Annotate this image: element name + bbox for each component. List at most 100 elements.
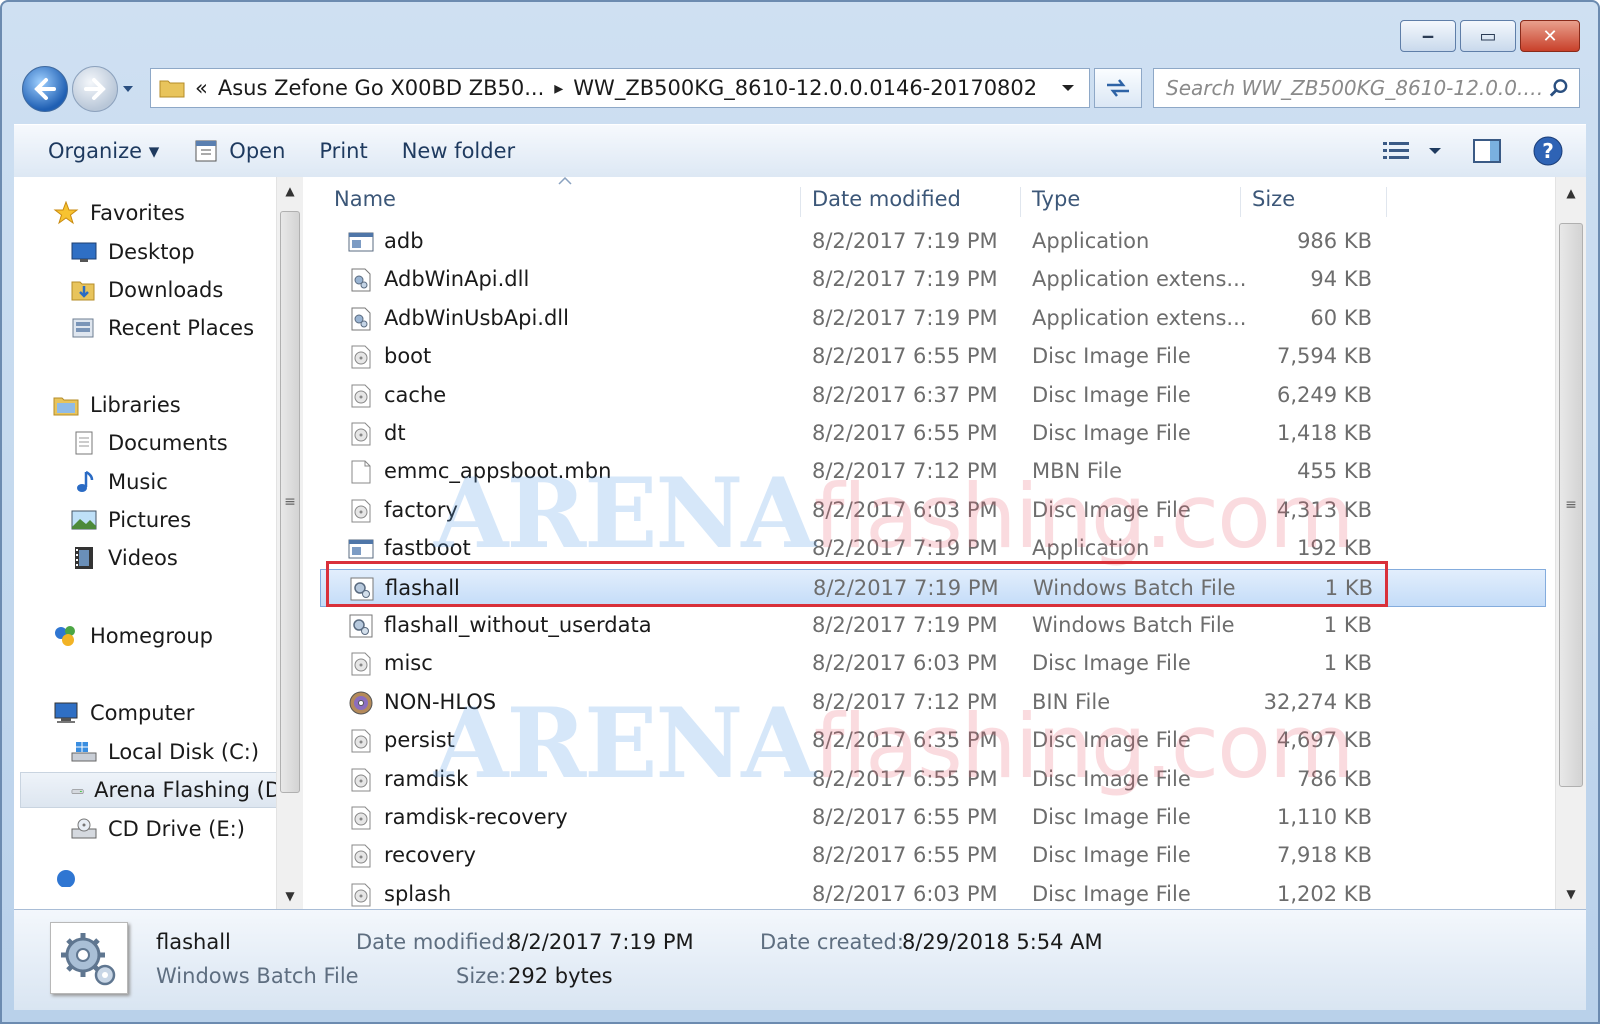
- file-row-flashall-without-userdata[interactable]: flashall_without_userdata 8/2/2017 7:19 P…: [320, 607, 1546, 645]
- recent-pages-chevron-icon[interactable]: [121, 82, 135, 96]
- file-row-misc[interactable]: misc 8/2/2017 6:03 PM Disc Image File 1 KB: [320, 645, 1546, 683]
- new-folder-button[interactable]: New folder: [402, 139, 515, 163]
- file-row-fastboot[interactable]: fastboot 8/2/2017 7:19 PM Application 192 K…: [320, 530, 1546, 568]
- details-size-label: Size:: [456, 964, 507, 988]
- file-name: ramdisk: [384, 766, 469, 791]
- forward-button[interactable]: [72, 66, 118, 112]
- details-size: 292 bytes: [508, 964, 613, 988]
- address-segment-parent[interactable]: Asus Zefone Go X00BD ZB50...: [218, 76, 544, 100]
- file-row-ramdisk[interactable]: ramdisk 8/2/2017 6:55 PM Disc Image File 78…: [320, 761, 1546, 799]
- nav-desktop[interactable]: Desktop: [70, 234, 195, 270]
- list-scroll-thumb[interactable]: ≡: [1559, 223, 1583, 787]
- details-view-icon: [1383, 142, 1409, 159]
- nav-local-disk[interactable]: Local Disk (C:): [70, 734, 259, 770]
- file-date-modified: 8/2/2017 6:03 PM: [812, 881, 998, 906]
- address-separator[interactable]: ▸: [554, 78, 563, 99]
- homegroup-icon: [55, 626, 75, 646]
- file-size: 786 KB: [1297, 766, 1372, 791]
- scroll-thumb[interactable]: ≡: [280, 211, 300, 793]
- disc-image-icon: [348, 499, 374, 523]
- open-button[interactable]: Open: [193, 138, 285, 164]
- open-label: Open: [229, 139, 286, 163]
- star-icon: [53, 201, 79, 225]
- file-name: NON-HLOS: [384, 689, 497, 714]
- address-dropdown-icon[interactable]: [1061, 81, 1075, 95]
- print-button[interactable]: Print: [319, 139, 367, 163]
- file-date-modified: 8/2/2017 6:55 PM: [812, 766, 998, 791]
- file-row-emmc-appsboot-mbn[interactable]: emmc_appsboot.mbn 8/2/2017 7:12 PM MBN Fil…: [320, 453, 1546, 491]
- blank-file-icon: [348, 460, 374, 484]
- column-name[interactable]: Name: [320, 177, 801, 217]
- file-row-adbwinusbapi-dll[interactable]: AdbWinUsbApi.dll 8/2/2017 7:19 PM Applicat…: [320, 300, 1546, 338]
- file-list-scrollbar[interactable]: ▲ ≡ ▼: [1555, 177, 1586, 910]
- close-button[interactable]: ✕: [1520, 20, 1580, 52]
- gears-icon: [61, 933, 116, 986]
- forward-arrow-icon: [84, 78, 106, 100]
- file-row-adbwinapi-dll[interactable]: AdbWinApi.dll 8/2/2017 7:19 PM Application…: [320, 261, 1546, 299]
- nav-homegroup[interactable]: Homegroup: [52, 618, 213, 654]
- nav-pictures[interactable]: Pictures: [70, 502, 191, 538]
- column-date-modified[interactable]: Date modified: [800, 187, 1021, 217]
- batch-file-large-icon: [50, 922, 128, 994]
- search-icon[interactable]: [1548, 77, 1569, 99]
- file-row-dt[interactable]: dt 8/2/2017 6:55 PM Disc Image File 1,418 K…: [320, 415, 1546, 453]
- back-button[interactable]: [22, 66, 68, 112]
- file-type: Windows Batch File: [1033, 575, 1236, 600]
- minimize-button[interactable]: ‒: [1400, 20, 1456, 52]
- nav-favorites[interactable]: Favorites: [52, 195, 185, 231]
- maximize-button[interactable]: ▭: [1460, 20, 1516, 52]
- address-overflow[interactable]: «: [195, 76, 208, 100]
- help-icon[interactable]: ?: [1532, 135, 1564, 167]
- refresh-button[interactable]: [1094, 68, 1142, 108]
- batch-file-icon: [349, 577, 375, 601]
- column-type[interactable]: Type: [1020, 187, 1241, 217]
- list-scroll-up-arrow-icon[interactable]: ▲: [1556, 181, 1586, 205]
- file-date-modified: 8/2/2017 6:55 PM: [812, 421, 998, 445]
- file-type: Disc Image File: [1032, 497, 1191, 522]
- file-name: dt: [384, 421, 406, 445]
- file-date-modified: 8/2/2017 6:37 PM: [812, 382, 998, 407]
- back-arrow-icon: [34, 78, 56, 100]
- nav-arena-flashing-drive[interactable]: Arena Flashing (D: [20, 772, 282, 808]
- file-row-splash[interactable]: splash 8/2/2017 6:03 PM Disc Image File 1,2…: [320, 876, 1546, 910]
- file-row-flashall[interactable]: flashall 8/2/2017 7:19 PM Windows Batch Fi…: [320, 568, 1546, 607]
- column-size[interactable]: Size: [1240, 187, 1387, 217]
- nav-recent-places[interactable]: Recent Places: [70, 310, 254, 346]
- nav-pane-scrollbar[interactable]: ▲ ≡ ▼: [276, 177, 303, 910]
- list-scroll-down-arrow-icon[interactable]: ▼: [1556, 882, 1586, 906]
- file-row-non-hlos[interactable]: NON-HLOS 8/2/2017 7:12 PM BIN File 32,274 K…: [320, 684, 1546, 722]
- file-type: Disc Image File: [1032, 382, 1191, 407]
- preview-pane-icon[interactable]: [1472, 138, 1502, 164]
- nav-downloads[interactable]: Downloads: [70, 272, 223, 308]
- details-pane: flashall Windows Batch File Date modifie…: [14, 909, 1586, 1010]
- address-segment-current[interactable]: WW_ZB500KG_8610-12.0.0.0146-20170802: [573, 76, 1037, 100]
- file-row-ramdisk-recovery[interactable]: ramdisk-recovery 8/2/2017 6:55 PM Disc Ima…: [320, 799, 1546, 837]
- file-row-adb[interactable]: adb 8/2/2017 7:19 PM Application 986 KB: [320, 223, 1546, 261]
- nav-network-partial[interactable]: [52, 867, 90, 887]
- file-size: 1 KB: [1324, 575, 1373, 600]
- column-type-label: Type: [1032, 187, 1081, 211]
- nav-cd-drive[interactable]: CD Drive (E:): [70, 811, 245, 847]
- search-box[interactable]: Search WW_ZB500KG_8610-12.0.0.014...: [1153, 68, 1580, 108]
- file-date-modified: 8/2/2017 6:55 PM: [812, 805, 998, 829]
- nav-documents[interactable]: Documents: [70, 425, 228, 461]
- disc-image-icon: [348, 729, 374, 753]
- address-bar[interactable]: « Asus Zefone Go X00BD ZB50... ▸ WW_ZB50…: [150, 68, 1090, 108]
- file-size: 192 KB: [1297, 536, 1372, 561]
- file-type: Disc Image File: [1032, 881, 1191, 906]
- nav-computer[interactable]: Computer: [52, 695, 194, 731]
- nav-libraries[interactable]: Libraries: [52, 387, 181, 423]
- view-options-button[interactable]: [1382, 139, 1442, 163]
- file-type: BIN File: [1032, 689, 1111, 714]
- organize-button[interactable]: Organize ▾: [48, 139, 159, 163]
- file-row-factory[interactable]: factory 8/2/2017 6:03 PM Disc Image File 4,…: [320, 492, 1546, 530]
- scroll-down-arrow-icon[interactable]: ▼: [277, 884, 303, 908]
- nav-videos[interactable]: Videos: [70, 540, 178, 576]
- file-row-cache[interactable]: cache 8/2/2017 6:37 PM Disc Image File 6,24…: [320, 377, 1546, 415]
- file-row-persist[interactable]: persist 8/2/2017 6:35 PM Disc Image File 4,…: [320, 722, 1546, 760]
- scroll-up-arrow-icon[interactable]: ▲: [277, 179, 303, 203]
- nav-music[interactable]: Music: [70, 464, 168, 500]
- file-row-boot[interactable]: boot 8/2/2017 6:55 PM Disc Image File 7,594…: [320, 338, 1546, 376]
- file-row-recovery[interactable]: recovery 8/2/2017 6:55 PM Disc Image File 7…: [320, 837, 1546, 875]
- file-type: MBN File: [1032, 459, 1123, 484]
